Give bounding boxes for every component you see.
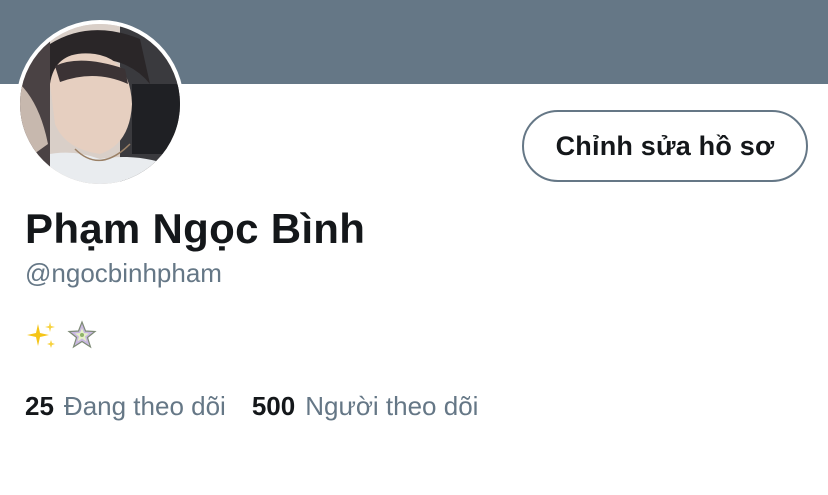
display-name: Phạm Ngọc Bình: [25, 205, 366, 252]
avatar[interactable]: [20, 24, 180, 184]
user-handle: @ngocbinhpham: [25, 258, 222, 288]
edit-profile-button[interactable]: Chỉnh sửa hồ sơ: [522, 110, 808, 182]
followers-stat[interactable]: 500 Người theo dõi: [252, 391, 479, 422]
following-stat[interactable]: 25 Đang theo dõi: [25, 391, 226, 422]
followers-count: 500: [251, 391, 296, 421]
bio: [26, 320, 98, 352]
following-label: Đang theo dõi: [63, 391, 226, 421]
profile-stats: 25 Đang theo dõi 500 Người theo dõi: [25, 391, 478, 422]
followers-label: Người theo dõi: [305, 391, 479, 421]
star-ornament-icon: [66, 320, 98, 352]
avatar-photo: [20, 24, 180, 184]
profile-header: Chỉnh sửa hồ sơ Phạm Ngọc Bình @ngocbinh…: [0, 0, 828, 495]
sparkles-icon: [26, 320, 58, 352]
following-count: 25: [25, 391, 54, 421]
